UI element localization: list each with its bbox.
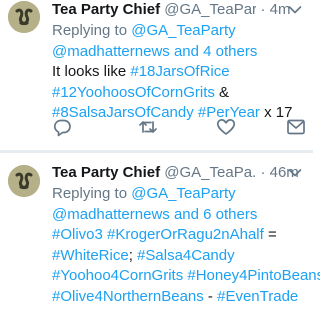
share-icon[interactable]: [286, 117, 306, 137]
avatar[interactable]: [8, 1, 40, 33]
reply-handle-link[interactable]: @GA_TeaParty: [131, 22, 235, 39]
hashtag-link[interactable]: #18JarsOfRice: [130, 63, 229, 80]
hashtag-link[interactable]: #Honey4PintoBeans: [187, 267, 320, 284]
avatar-logo-icon: [8, 165, 40, 197]
hashtag-link[interactable]: #KrogerOrRagu2nAhalf: [107, 226, 264, 243]
tweet[interactable]: Tea Party Chief @GA_TeaPa... · 46m Reply…: [0, 153, 320, 324]
reply-others-link[interactable]: @madhatternews and 4 others: [52, 43, 257, 60]
display-name[interactable]: Tea Party Chief: [52, 164, 160, 181]
hashtag-link[interactable]: #WhiteRice: [52, 247, 129, 264]
chevron-down-icon[interactable]: [287, 165, 303, 181]
text-plain: =: [263, 226, 277, 243]
tweet-header: Tea Party Chief @GA_TeaPa... · 46m: [52, 163, 313, 183]
hashtag-link[interactable]: #Olivo3: [52, 226, 103, 243]
replying-to-label: Replying to: [52, 185, 132, 202]
text-plain: &: [214, 83, 230, 101]
hashtag-link[interactable]: #Olive4NorthernBeans: [52, 288, 204, 305]
hashtag-link[interactable]: #Salsa4Candy: [137, 247, 235, 264]
display-name[interactable]: Tea Party Chief: [52, 1, 160, 18]
user-handle[interactable]: @GA_TeaPar...: [164, 0, 256, 20]
reply-icon[interactable]: [52, 117, 72, 137]
separator-dot: ·: [260, 1, 266, 18]
reply-others-link[interactable]: @madhatternews and 6 others: [52, 206, 257, 223]
tweet-text: Replying to @GA_TeaParty @madhatternews …: [52, 184, 320, 307]
tweet[interactable]: Tea Party Chief @GA_TeaPar... · 4m Reply…: [0, 0, 313, 150]
hashtag-link[interactable]: #12YoohoosOfCornGrits: [52, 84, 215, 101]
tweet-actions: [52, 117, 313, 137]
hashtag-link[interactable]: #EvenTrade: [217, 288, 298, 305]
user-handle[interactable]: @GA_TeaPa...: [164, 163, 256, 183]
hashtag-link[interactable]: #Yoohoo4CornGrits: [52, 267, 183, 284]
avatar[interactable]: [8, 165, 40, 197]
tweet-text: Replying to @GA_TeaParty @madhatternews …: [52, 21, 313, 124]
text-plain: It looks like: [52, 63, 131, 80]
separator-dot: ·: [260, 164, 266, 181]
reply-handle-link[interactable]: @GA_TeaParty: [131, 185, 235, 202]
chevron-down-icon[interactable]: [287, 2, 303, 18]
avatar-logo-icon: [8, 1, 40, 33]
text-plain: ;: [128, 246, 138, 264]
like-icon[interactable]: [216, 117, 236, 137]
text-plain: -: [203, 287, 218, 305]
retweet-icon[interactable]: [138, 117, 158, 137]
replying-to-label: Replying to: [52, 22, 132, 39]
tweet-header: Tea Party Chief @GA_TeaPar... · 4m: [52, 0, 313, 20]
